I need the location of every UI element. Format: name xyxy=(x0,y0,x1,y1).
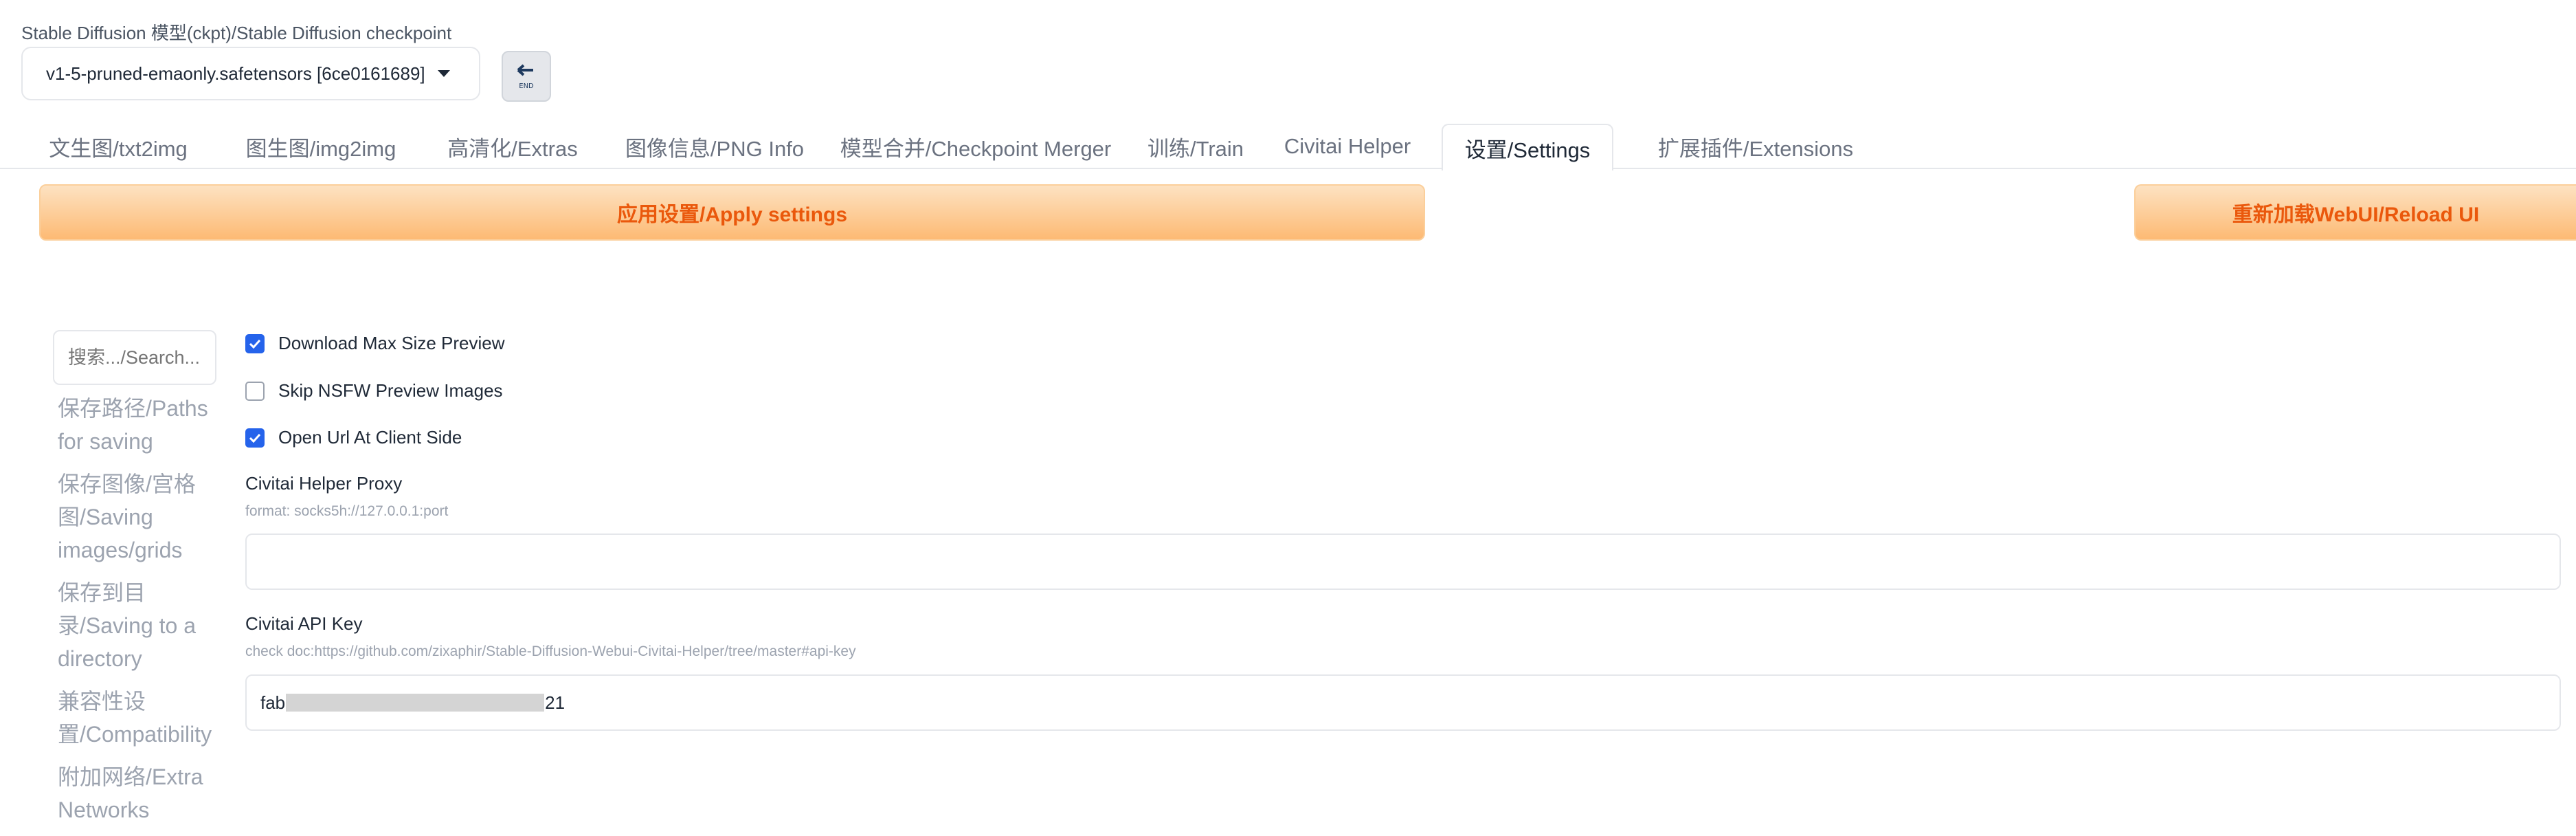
proxy-hint: format: socks5h://127.0.0.1:port xyxy=(245,503,449,519)
tab-extensions[interactable]: 扩展插件/Extensions xyxy=(1624,124,1887,169)
skip-nsfw-preview-checkbox[interactable] xyxy=(245,381,265,401)
tab-train[interactable]: 训练/Train xyxy=(1134,124,1257,169)
redacted-key-block xyxy=(286,694,545,712)
reload-ui-button[interactable]: 重新加载WebUI/Reload UI xyxy=(2134,184,2576,241)
tab-extras[interactable]: 高清化/Extras xyxy=(427,124,598,169)
api-key-value-suffix: 21 xyxy=(545,692,565,713)
nav-item-saving-to-directory[interactable]: 保存到目录/Saving to a directory xyxy=(58,576,223,675)
nav-item-compatibility[interactable]: 兼容性设置/Compatibility xyxy=(58,685,223,751)
tab-civitai-helper[interactable]: Civitai Helper xyxy=(1273,124,1422,169)
svg-text:END: END xyxy=(519,82,534,90)
tab-checkpoint-merger[interactable]: 模型合并/Checkpoint Merger xyxy=(831,124,1120,169)
refresh-checkpoint-button[interactable]: END xyxy=(502,51,551,102)
tab-txt2img[interactable]: 文生图/txt2img xyxy=(22,124,214,169)
api-key-hint: check doc:https://github.com/zixaphir/St… xyxy=(245,644,856,659)
open-url-client-side-label: Open Url At Client Side xyxy=(278,427,462,448)
open-url-client-side-checkbox[interactable] xyxy=(245,428,265,448)
apply-settings-button[interactable]: 应用设置/Apply settings xyxy=(39,184,1425,241)
settings-search-input[interactable] xyxy=(53,330,216,385)
api-key-label: Civitai API Key xyxy=(245,613,363,634)
nav-item-extra-networks[interactable]: 附加网络/Extra Networks xyxy=(58,760,223,826)
refresh-icon: END xyxy=(517,64,534,90)
checkpoint-selected-value: v1-5-pruned-emaonly.safetensors [6ce0161… xyxy=(46,63,425,84)
checkmark-icon xyxy=(249,339,261,349)
api-key-value-prefix: fab xyxy=(260,692,286,713)
skip-nsfw-preview-row[interactable]: Skip NSFW Preview Images xyxy=(245,380,503,402)
api-key-input[interactable]: fab 21 xyxy=(245,674,2561,731)
download-max-size-preview-label: Download Max Size Preview xyxy=(278,333,505,353)
download-max-size-preview-row[interactable]: Download Max Size Preview xyxy=(245,333,504,354)
proxy-label: Civitai Helper Proxy xyxy=(245,473,403,494)
download-max-size-preview-checkbox[interactable] xyxy=(245,333,265,353)
checkpoint-label: Stable Diffusion 模型(ckpt)/Stable Diffusi… xyxy=(21,23,452,43)
open-url-client-side-row[interactable]: Open Url At Client Side xyxy=(245,427,462,448)
tab-settings[interactable]: 设置/Settings xyxy=(1442,124,1613,170)
skip-nsfw-preview-label: Skip NSFW Preview Images xyxy=(278,380,503,401)
settings-nav: 保存路径/Paths for saving 保存图像/宫格图/Saving im… xyxy=(58,392,223,836)
proxy-input[interactable] xyxy=(245,534,2561,590)
checkmark-icon xyxy=(249,433,261,443)
chevron-down-icon xyxy=(437,70,450,77)
main-tabs: 文生图/txt2img 图生图/img2img 高清化/Extras 图像信息/… xyxy=(22,124,2576,170)
nav-item-paths-for-saving[interactable]: 保存路径/Paths for saving xyxy=(58,392,223,458)
tab-img2img[interactable]: 图生图/img2img xyxy=(228,124,414,169)
tab-png-info[interactable]: 图像信息/PNG Info xyxy=(612,124,818,169)
checkpoint-dropdown[interactable]: v1-5-pruned-emaonly.safetensors [6ce0161… xyxy=(21,47,480,100)
nav-item-saving-images[interactable]: 保存图像/宫格图/Saving images/grids xyxy=(58,468,223,566)
